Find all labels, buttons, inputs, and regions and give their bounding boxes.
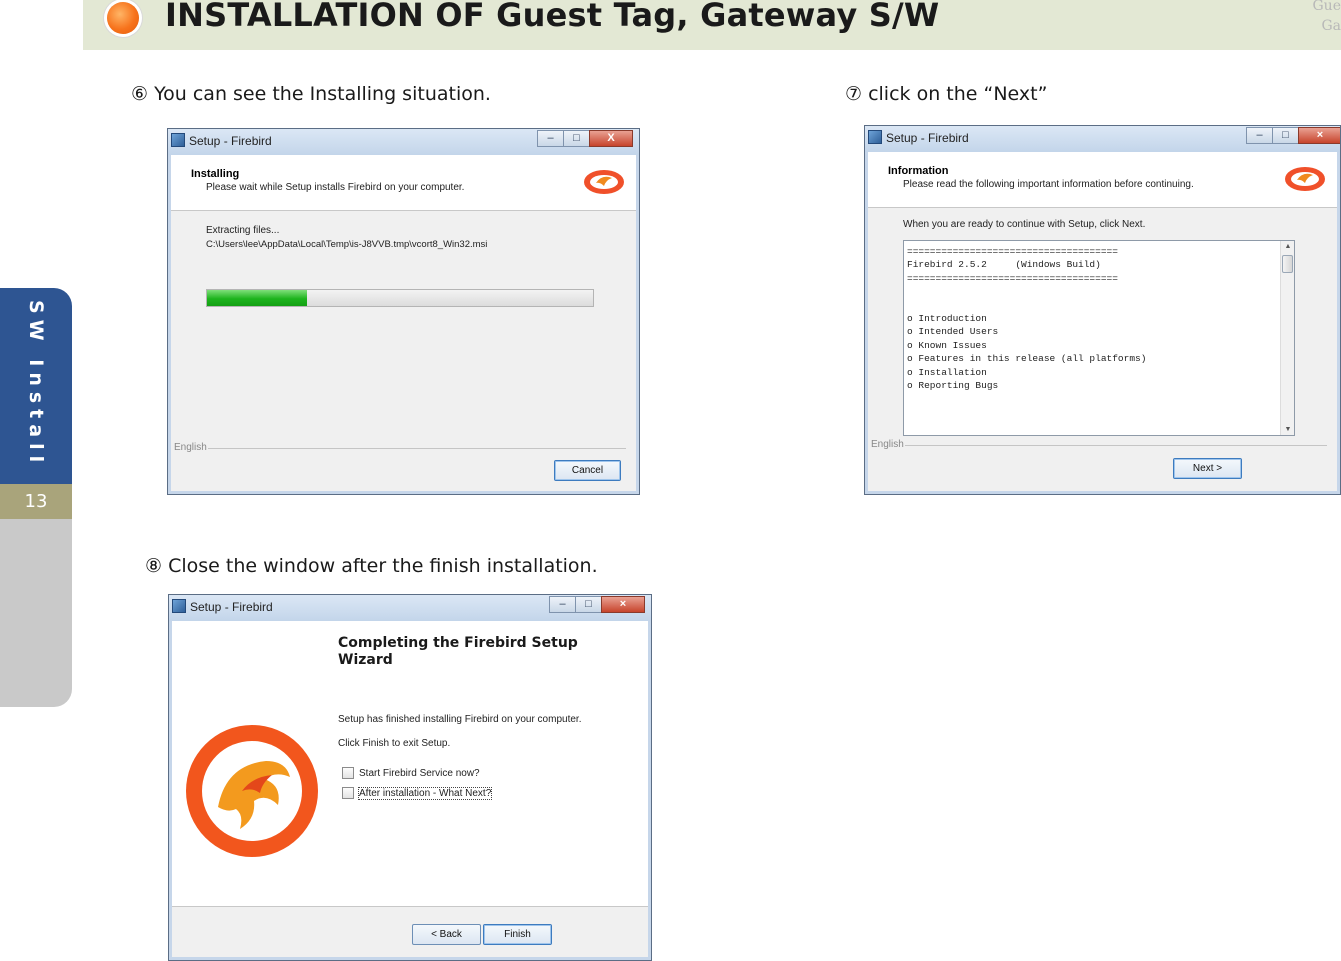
scroll-down-arrow-icon[interactable]: ▼ [1283,426,1293,433]
close-icon[interactable]: × [1298,127,1340,144]
divider-line [905,445,1327,446]
section-label: SW Install [25,300,47,469]
setup-app-icon [171,133,185,147]
start-service-checkbox-row[interactable]: Start Firebird Service now? [342,766,480,780]
install-progress-bar [206,289,594,307]
page-number: 13 [0,484,72,519]
dialog-body: Information Please read the following im… [868,152,1337,491]
setup-app-icon [172,599,186,613]
readme-scrollbar[interactable]: ▲ ▼ [1280,241,1294,435]
firebird-large-logo-icon [186,725,318,857]
start-service-label: Start Firebird Service now? [359,767,480,779]
next-button[interactable]: Next > [1173,458,1242,479]
wizard-subheading: Please read the following important info… [903,179,1194,190]
setup-app-icon [868,130,882,144]
what-next-checkbox[interactable] [342,787,354,799]
language-label: English [174,442,211,453]
back-button[interactable]: < Back [412,924,481,945]
readme-text: ===================================== Fi… [907,246,1147,392]
titlebar: Setup - Firebird – □ × [169,595,651,621]
installing-dialog: Setup - Firebird – □ X Installing Please… [167,128,640,495]
corner-line-1: Gue [1312,0,1341,14]
wizard-header: Information Please read the following im… [868,152,1337,208]
information-dialog: Setup - Firebird – □ × Information Pleas… [864,125,1341,495]
step-7-caption: ⑦ click on the “Next” [845,83,1048,105]
step-8-caption: ⑧ Close the window after the finish inst… [145,555,598,577]
close-icon[interactable]: X [589,130,633,147]
minimize-icon[interactable]: – [549,596,575,613]
language-divider: English [871,439,1327,450]
completion-line-1: Setup has finished installing Firebird o… [338,714,582,725]
minimize-icon[interactable]: – [1246,127,1272,144]
sidebar-gray-block [0,519,72,707]
close-icon[interactable]: × [601,596,645,613]
maximize-icon[interactable]: □ [575,596,601,613]
corner-line-2: Ga [1321,18,1341,34]
language-label: English [871,439,908,450]
maximize-icon[interactable]: □ [563,130,589,147]
wizard-heading: Information [888,165,949,177]
language-divider: English [174,442,626,453]
status-line-2: C:\Users\lee\AppData\Local\Temp\is-J8VVB… [206,239,488,250]
page-title: INSTALLATION OF Guest Tag, Gateway S/W [165,0,940,34]
readme-textbox[interactable]: ===================================== Fi… [903,240,1295,436]
corner-header-text: Gue Ga [1301,0,1341,36]
dialog-body: Installing Please wait while Setup insta… [171,155,636,491]
minimize-icon[interactable]: – [537,130,563,147]
instruction-text: When you are ready to continue with Setu… [903,219,1146,230]
step-6-caption: ⑥ You can see the Installing situation. [131,83,491,105]
titlebar: Setup - Firebird – □ × [865,126,1340,152]
status-line-1: Extracting files... [206,225,280,236]
firebird-logo-icon [584,170,624,194]
dialog-body: Completing the Firebird Setup Wizard Set… [172,621,648,957]
completion-line-2: Click Finish to exit Setup. [338,738,451,749]
what-next-label: After installation - What Next? [357,786,493,800]
divider-line [208,448,626,449]
cancel-button[interactable]: Cancel [554,460,621,481]
window-title: Setup - Firebird [886,131,969,145]
progress-fill [207,290,308,306]
what-next-checkbox-row[interactable]: After installation - What Next? [342,786,493,800]
window-controls: – □ X [537,130,633,147]
start-service-checkbox[interactable] [342,767,354,779]
wizard-subheading: Please wait while Setup installs Firebir… [206,182,465,193]
maximize-icon[interactable]: □ [1272,127,1298,144]
scroll-up-arrow-icon[interactable]: ▲ [1283,243,1293,250]
completion-panel: Completing the Firebird Setup Wizard Set… [172,621,648,907]
window-title: Setup - Firebird [190,600,273,614]
scroll-thumb[interactable] [1282,255,1293,273]
finish-button[interactable]: Finish [483,924,552,945]
wizard-heading: Installing [191,168,240,180]
orange-bullet-icon [107,2,139,34]
window-controls: – □ × [1246,127,1340,144]
titlebar: Setup - Firebird – □ X [168,129,639,155]
window-title: Setup - Firebird [189,134,272,148]
firebird-logo-icon [1285,167,1325,191]
completion-heading: Completing the Firebird Setup Wizard [338,635,578,668]
window-controls: – □ × [549,596,645,613]
wizard-header: Installing Please wait while Setup insta… [171,155,636,211]
completing-dialog: Setup - Firebird – □ × Completing the Fi… [168,594,652,961]
